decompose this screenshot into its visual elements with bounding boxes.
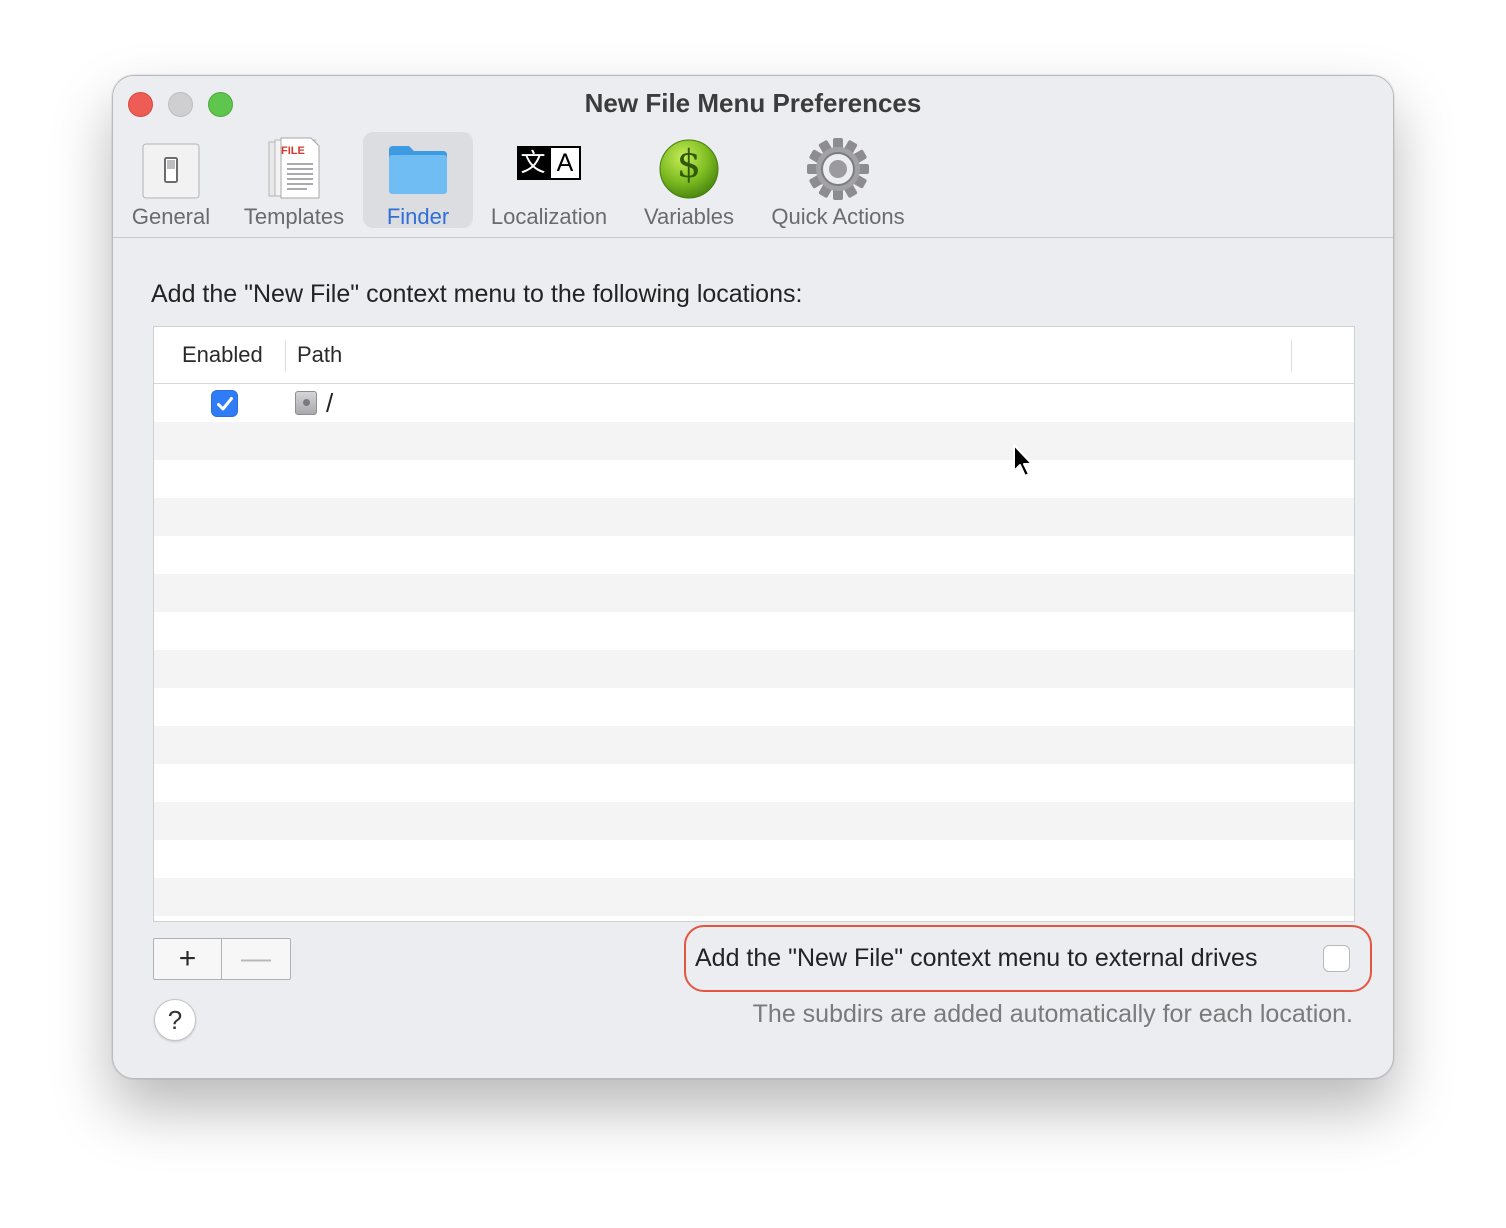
file-badge: FILE [281, 145, 305, 157]
column-header-enabled[interactable]: Enabled [182, 342, 263, 368]
table-header: Enabled Path [154, 327, 1354, 384]
hard-drive-icon [295, 391, 317, 415]
subdirs-note: The subdirs are added automatically for … [752, 1000, 1353, 1028]
tab-quick-actions[interactable]: Quick Actions [759, 132, 917, 229]
add-remove-control: + — [153, 938, 291, 980]
table-row [154, 764, 1354, 802]
table-row [154, 840, 1354, 878]
table-row [154, 536, 1354, 574]
tab-variables[interactable]: $ Variables [635, 132, 743, 229]
table-row [154, 802, 1354, 840]
tab-general[interactable]: General [127, 132, 215, 229]
mouse-pointer-icon [1013, 444, 1033, 477]
tab-localization-label: Localization [490, 204, 608, 229]
dollar-glyph: $ [676, 142, 702, 186]
translate-icon: 文 A [517, 146, 581, 182]
path-cell: / [326, 388, 334, 418]
table-row [154, 460, 1354, 498]
titlebar: New File Menu Preferences General FILE T… [113, 76, 1393, 238]
add-location-button[interactable]: + [154, 939, 222, 979]
translate-glyph-right: A [549, 146, 581, 180]
help-button[interactable]: ? [154, 999, 196, 1041]
checkmark-icon [217, 397, 233, 411]
external-drives-label: Add the "New File" context menu to exter… [695, 944, 1258, 972]
tab-general-label: General [131, 204, 211, 229]
table-rows: / [154, 384, 1354, 916]
folder-icon [389, 146, 447, 194]
tab-variables-label: Variables [643, 204, 735, 229]
table-row[interactable]: / [154, 384, 1354, 422]
external-drives-checkbox[interactable] [1323, 945, 1350, 972]
external-drives-highlight: Add the "New File" context menu to exter… [684, 925, 1372, 992]
column-header-path[interactable]: Path [297, 342, 342, 368]
locations-prompt: Add the "New File" context menu to the f… [151, 280, 803, 308]
table-row [154, 650, 1354, 688]
table-row [154, 498, 1354, 536]
table-row [154, 574, 1354, 612]
enabled-checkbox[interactable] [211, 390, 238, 417]
column-divider[interactable] [1291, 340, 1292, 372]
window-title: New File Menu Preferences [584, 88, 922, 118]
switch-icon [142, 143, 200, 199]
table-row [154, 878, 1354, 916]
table-row [154, 688, 1354, 726]
tab-templates[interactable]: FILE Templates [237, 132, 351, 229]
locations-table[interactable]: Enabled Path / [153, 326, 1355, 922]
table-row [154, 726, 1354, 764]
tab-localization[interactable]: 文 A Localization [483, 132, 615, 229]
tab-templates-label: Templates [243, 204, 345, 229]
remove-location-button[interactable]: — [222, 939, 290, 979]
tab-finder[interactable]: Finder [363, 132, 473, 229]
table-row [154, 422, 1354, 460]
preferences-window: New File Menu Preferences General FILE T… [112, 75, 1394, 1079]
translate-glyph-left: 文 [517, 146, 549, 180]
gear-icon [807, 138, 869, 200]
column-divider[interactable] [285, 340, 286, 372]
tab-finder-label: Finder [386, 204, 450, 229]
table-row [154, 612, 1354, 650]
tab-quick-actions-label: Quick Actions [771, 204, 905, 229]
